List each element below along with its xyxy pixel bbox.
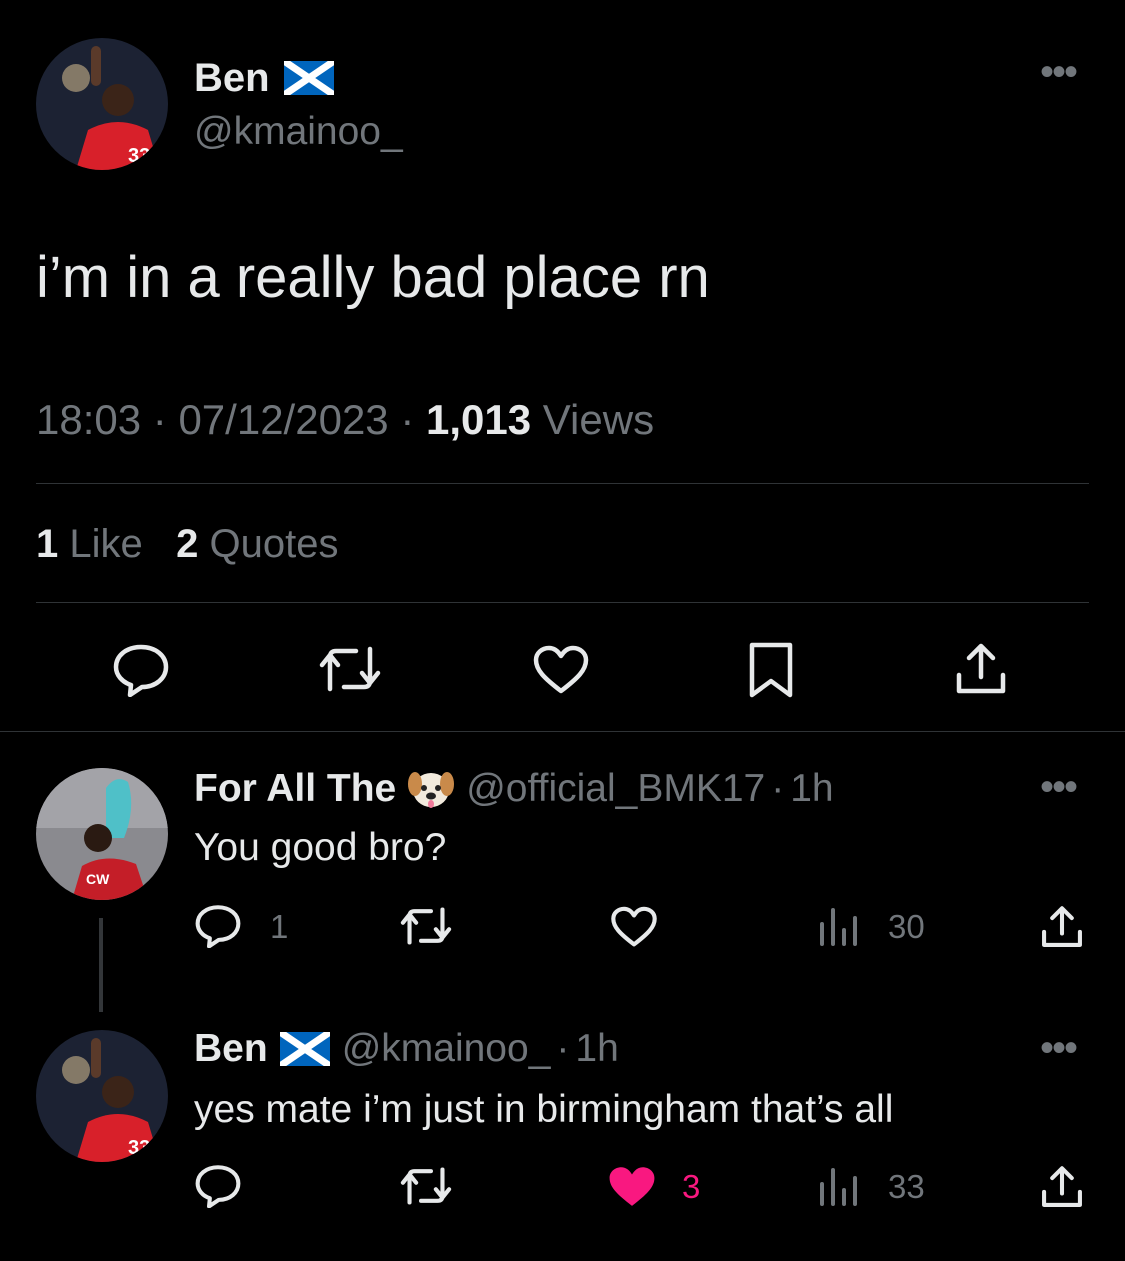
divider [36,602,1089,603]
main-author-avatar[interactable]: 33 [36,38,168,170]
views-icon[interactable] [818,1166,858,1206]
main-author-name[interactable]: Ben [194,56,270,101]
reply-header: Ben @kmainoo_ · 1h [194,1026,619,1072]
meta-separator: · [556,1027,570,1070]
more-options-icon[interactable]: ••• [1040,52,1078,92]
views-count: 33 [888,1168,925,1205]
retweet-icon[interactable] [398,906,454,946]
reply-author-name[interactable]: Ben [194,1027,268,1071]
more-options-icon[interactable]: ••• [1040,1028,1078,1068]
tweet-date: 07/12/2023 [178,396,389,443]
bookmark-icon[interactable] [748,641,794,699]
quotes-label: Quotes [209,522,339,566]
reply-author-handle[interactable]: @kmainoo_ [342,1027,551,1071]
meta-separator: · [400,396,415,443]
scotland-flag-icon [279,1032,330,1066]
quotes-count: 2 [176,522,199,566]
reply-icon[interactable] [112,643,170,697]
meta-separator: · [152,396,167,443]
reply-time[interactable]: 1h [790,767,833,811]
share-icon[interactable] [1040,904,1084,950]
svg-text:CW: CW [86,871,110,887]
main-author-handle[interactable]: @kmainoo_ [194,110,403,154]
share-icon[interactable] [954,641,1008,697]
reply-header: For All The @official_BMK17 · 1h [194,766,834,812]
svg-text:33: 33 [128,145,150,167]
scotland-flag-icon [283,61,334,95]
meta-separator: · [771,767,785,810]
retweet-icon[interactable] [316,645,384,693]
quotes-stat[interactable]: 2 Quotes [176,522,338,566]
reply-time[interactable]: 1h [575,1027,618,1071]
likes-stat[interactable]: 1 Like [36,522,143,566]
divider [36,483,1089,484]
reply-author-avatar[interactable]: 33 [36,1030,168,1162]
svg-text:33: 33 [128,1137,150,1159]
reply-author-name[interactable]: For All The [194,767,396,811]
reply-text: You good bro? [194,826,447,869]
likes-label: Like [69,522,143,566]
reply-author-handle[interactable]: @official_BMK17 [466,767,765,811]
engagement-row: 1 Like 2 Quotes [36,522,338,567]
reply-text: yes mate i’m just in birmingham that’s a… [194,1088,894,1131]
thread-line [99,918,103,1012]
retweet-icon[interactable] [398,1166,454,1206]
reply-icon[interactable] [194,904,242,948]
more-options-icon[interactable]: ••• [1040,767,1078,807]
divider [0,731,1125,732]
like-icon[interactable] [532,645,590,695]
views-count: 30 [888,908,925,945]
share-icon[interactable] [1040,1164,1084,1210]
reply-count: 1 [270,908,289,945]
views-count: 1,013 [426,396,532,443]
tweet-meta: 18:03 · 07/12/2023 · 1,013 Views [36,396,654,444]
tweet-text: i’m in a really bad place rn [36,245,710,310]
like-filled-icon[interactable] [606,1164,658,1210]
like-icon[interactable] [610,906,658,948]
likes-count: 1 [36,522,59,566]
reply-author-avatar[interactable]: CW [36,768,168,900]
like-count: 3 [682,1168,701,1205]
views-label: Views [542,396,655,443]
reply-icon[interactable] [194,1164,242,1208]
dog-face-emoji-icon [408,768,455,810]
views-icon[interactable] [818,906,858,946]
tweet-time: 18:03 [36,396,142,443]
